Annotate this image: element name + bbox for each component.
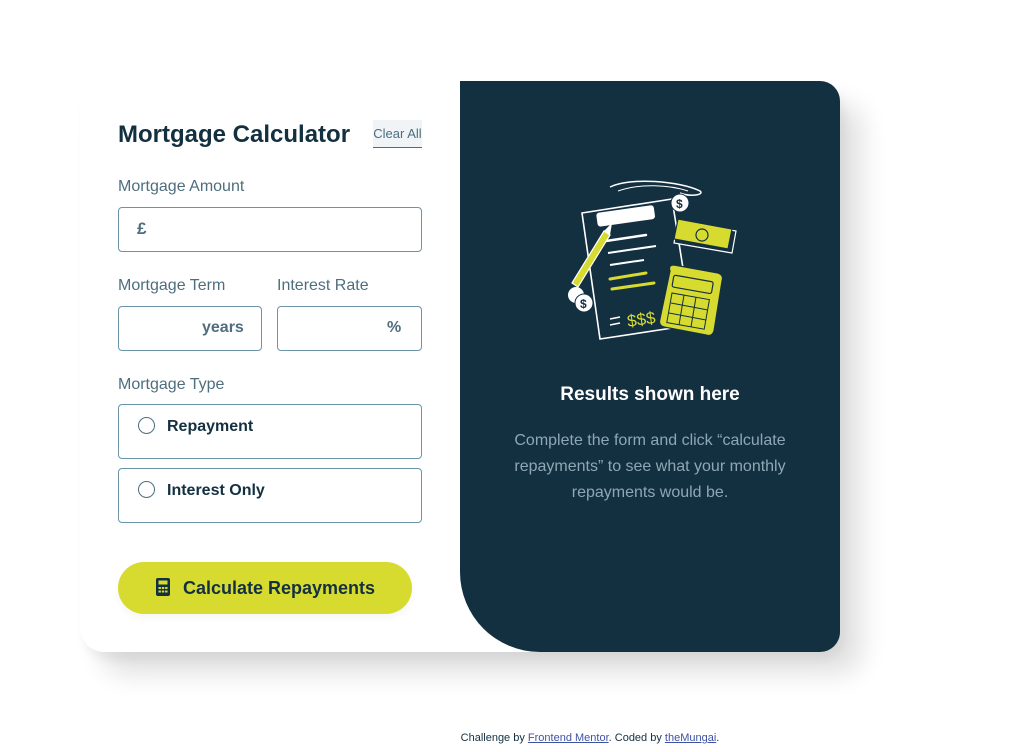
percent-suffix: % [387,319,402,336]
calculate-repayments-button[interactable]: Calculate Repayments [118,562,412,614]
page-title: Mortgage Calculator [118,121,351,148]
footer-attribution: Challenge by Frontend Mentor. Coded by t… [0,732,1023,744]
mortgage-type-label: Mortgage Type [118,376,225,393]
frontend-mentor-link[interactable]: Frontend Mentor [528,732,609,744]
mortgage-term-label: Mortgage Term [118,277,226,294]
mortgage-amount-field[interactable]: £ [118,207,422,252]
interest-rate-field[interactable]: % [277,306,422,351]
radio-circle-icon[interactable] [138,417,155,434]
svg-text:$: $ [580,297,587,311]
results-title: Results shown here [560,384,740,405]
mortgage-amount-input[interactable] [161,219,411,241]
radio-circle-icon[interactable] [138,481,155,498]
footer-middle: . Coded by [608,732,665,744]
mortgage-term-field[interactable]: years [118,306,262,351]
footer-suffix: . [716,732,720,744]
interest-rate-label: Interest Rate [277,277,369,294]
calculator-card: Mortgage Calculator Clear All Mortgage A… [80,81,840,652]
footer-prefix: Challenge by [460,732,528,744]
author-link[interactable]: theMungai [665,732,716,744]
radio-label-repayment: Repayment [167,418,254,435]
radio-option-repayment[interactable]: Repayment [118,404,422,459]
svg-text:$: $ [676,197,683,211]
mortgage-term-input[interactable] [129,318,199,340]
results-panel: $$$ $ $ Results shown here Complete the … [460,81,840,652]
currency-prefix: £ [137,219,147,238]
calculator-icon [155,577,171,600]
radio-label-interest-only: Interest Only [167,482,265,499]
years-suffix: years [202,319,244,336]
clear-all-button[interactable]: Clear All [373,120,422,148]
dollar-signs-text: $$$ [626,308,657,331]
calculator-document-illustration-icon: $$$ $ $ [568,180,737,340]
results-description: Complete the form and click “calculate r… [514,432,786,501]
form-panel: Mortgage Calculator Clear All Mortgage A… [80,81,460,652]
mortgage-amount-label: Mortgage Amount [118,178,245,195]
radio-option-interest-only[interactable]: Interest Only [118,468,422,523]
calculate-button-label: Calculate Repayments [182,577,376,598]
interest-rate-input[interactable] [288,318,383,340]
